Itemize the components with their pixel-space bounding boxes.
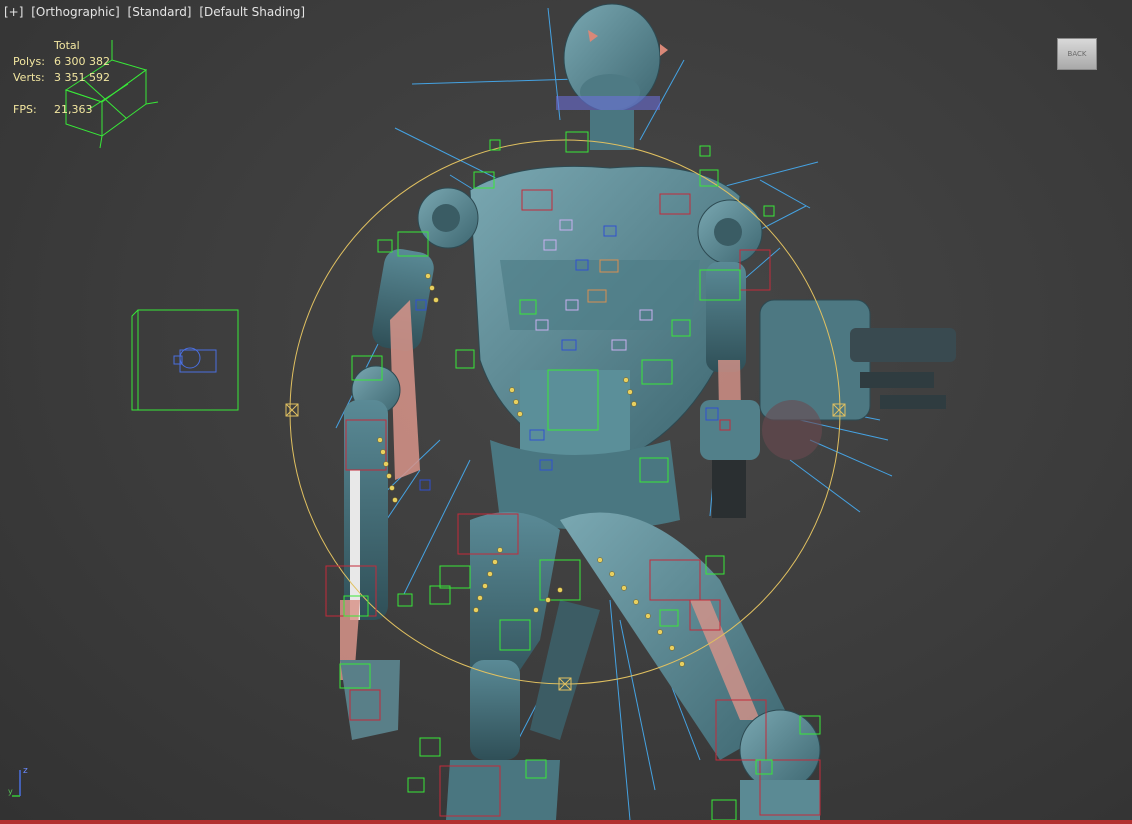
fps-value: 21,363 (54, 103, 93, 116)
viewcube-face-label[interactable]: BACK (1068, 50, 1087, 58)
viewport-shading-menu[interactable]: [Default Shading] (199, 5, 305, 19)
fps-label: FPS: (13, 103, 37, 116)
3d-viewport[interactable]: [+] [Orthographic] [Standard] [Default S… (0, 0, 1132, 824)
axis-tripod: z y (8, 766, 28, 797)
robot-left-arm (340, 248, 434, 740)
viewport-statistics: Total Polys: 6 300 382 Verts: 3 351 592 … (13, 38, 110, 118)
axis-y-label: y (8, 787, 13, 796)
viewcube[interactable]: BACK (1057, 38, 1097, 70)
robot-head (556, 3, 668, 150)
viewport-bottom-edge (0, 820, 1132, 824)
polys-label: Polys: (13, 55, 45, 68)
viewport-point-of-view-menu[interactable]: [Orthographic] (31, 5, 119, 19)
stats-header: Total (54, 39, 80, 52)
robot-rig-scene[interactable] (0, 0, 1132, 824)
verts-label: Verts: (13, 71, 45, 84)
polys-value: 6 300 382 (54, 55, 110, 68)
viewport-label-menu[interactable]: [+] [Orthographic] [Standard] [Default S… (4, 5, 309, 19)
axis-z-label: z (23, 766, 28, 776)
viewport-standard-menu[interactable]: [Standard] (128, 5, 192, 19)
verts-value: 3 351 592 (54, 71, 110, 84)
viewport-general-menu[interactable]: [+] (4, 5, 23, 19)
camera-helper (131, 309, 239, 411)
